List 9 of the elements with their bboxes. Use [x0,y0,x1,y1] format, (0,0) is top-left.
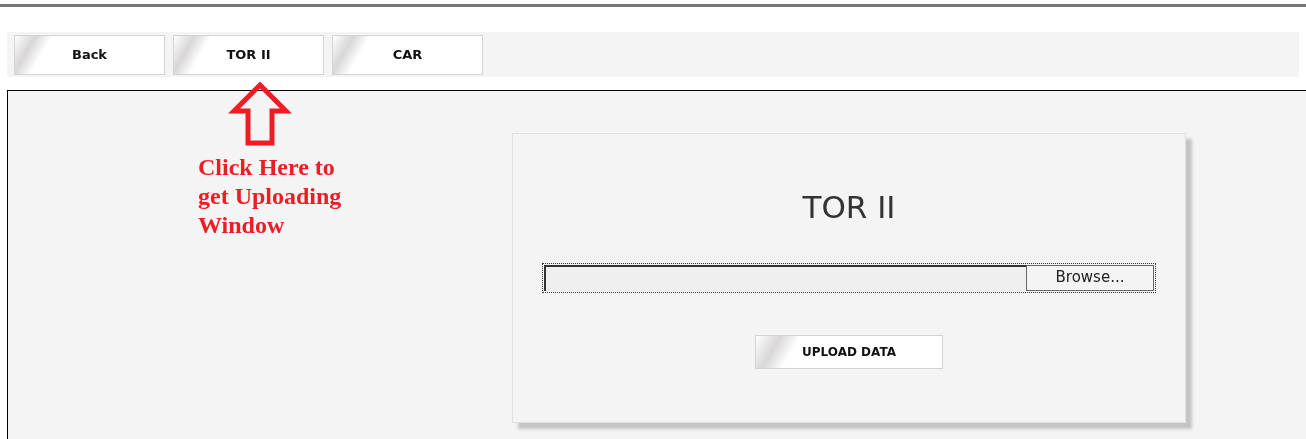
file-field[interactable]: Browse... [542,262,1156,293]
toolbar-button[interactable]: Back [14,34,165,75]
up-arrow-icon [228,81,292,147]
upload-button[interactable]: UPLOAD DATA [755,334,943,369]
toolbar-button[interactable]: TOR II [173,34,324,75]
annotation-text: Click Here to get Uploading Window [198,153,343,240]
toolbar-button[interactable]: CAR [332,34,483,75]
browse-button[interactable]: Browse... [1026,264,1154,291]
card-title: TOR II [802,188,896,227]
